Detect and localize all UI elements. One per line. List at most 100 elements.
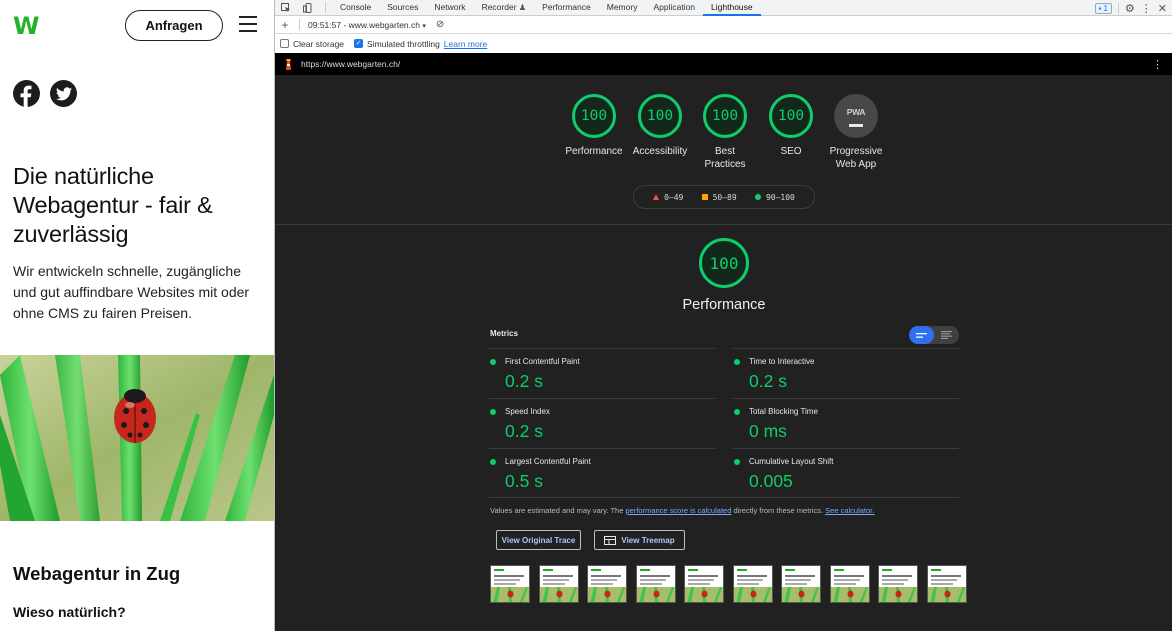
tab-performance[interactable]: Performance xyxy=(534,0,599,16)
legend-average-range: 50–89 xyxy=(712,192,737,202)
lighthouse-logo-icon xyxy=(275,58,301,70)
see-calculator-link[interactable]: See calculator. xyxy=(825,506,874,515)
section-divider xyxy=(275,224,1172,225)
gauge-label: SEO xyxy=(780,146,802,157)
metric-value: 0.5 s xyxy=(505,471,543,491)
metric-name: Cumulative Layout Shift xyxy=(749,457,834,466)
filmstrip-frame xyxy=(732,565,773,603)
score-ring: 100 xyxy=(572,94,616,138)
lighthouse-report: 100 Performance 100 Accessibility 100 Be… xyxy=(275,75,1172,631)
legend-average: 50–89 xyxy=(701,192,737,202)
metric-name: First Contentful Paint xyxy=(505,357,580,366)
legend-fail: 0–49 xyxy=(653,193,683,202)
filmstrip-frame xyxy=(635,565,676,603)
device-toolbar-icon[interactable] xyxy=(297,0,319,16)
more-options-icon[interactable]: ⋮ xyxy=(1141,2,1152,15)
metric-name: Total Blocking Time xyxy=(749,407,818,416)
legend-pass-range: 90–100 xyxy=(765,192,795,202)
filmstrip-frame xyxy=(684,565,724,603)
score-ring: 100 xyxy=(703,94,747,138)
metrics-label: Metrics xyxy=(490,329,519,338)
metric-name: Time to Interactive xyxy=(749,357,815,366)
issues-badge[interactable]: ▪ 1 xyxy=(1094,2,1112,14)
expanded-view-icon[interactable] xyxy=(934,326,959,344)
message-icon: ▪ xyxy=(1098,3,1102,13)
anfragen-button[interactable]: Anfragen xyxy=(125,10,223,41)
ladybug-image xyxy=(0,355,274,521)
filmstrip-frame xyxy=(878,565,918,603)
metrics-view-toggle[interactable] xyxy=(909,326,959,344)
tab-application[interactable]: Application xyxy=(645,0,703,16)
section-heading: Webagentur in Zug xyxy=(13,563,181,584)
gauge-performance[interactable]: 100 Performance xyxy=(559,94,629,158)
site-logo[interactable]: W xyxy=(13,12,39,40)
gauge-best-practices[interactable]: 100 Best Practices xyxy=(690,94,760,171)
view-original-trace-button[interactable]: View Original Trace xyxy=(496,530,581,550)
report-url-bar: https://www.webgarten.ch/ ⋮ xyxy=(275,53,1172,75)
gauge-label: Accessibility xyxy=(632,146,688,157)
tab-recorder[interactable]: Recorder ♟ xyxy=(474,0,535,16)
facebook-icon[interactable] xyxy=(13,80,40,107)
report-url[interactable]: https://www.webgarten.ch/ xyxy=(301,59,400,69)
metrics-divider xyxy=(489,497,959,498)
pass-circle-icon xyxy=(754,194,761,200)
gauge-pwa[interactable]: PWA Progressive Web App xyxy=(821,94,891,171)
tab-sources[interactable]: Sources xyxy=(379,0,426,16)
metric-value: 0.005 xyxy=(749,471,793,491)
pwa-badge-text: PWA xyxy=(846,106,866,117)
gauge-label: Best Practices xyxy=(704,146,746,170)
tab-network[interactable]: Network xyxy=(426,0,473,16)
clear-reports-icon[interactable]: ⊘ xyxy=(436,19,444,30)
metric-value: 0.2 s xyxy=(505,421,543,441)
tab-lighthouse[interactable]: Lighthouse xyxy=(703,0,761,16)
learn-more-link[interactable]: Learn more xyxy=(444,39,487,49)
gauge-accessibility[interactable]: 100 Accessibility xyxy=(625,94,695,158)
legend-fail-range: 0–49 xyxy=(664,192,684,202)
twitter-icon[interactable] xyxy=(50,80,77,107)
tab-console[interactable]: Console xyxy=(332,0,379,16)
pass-circle-icon xyxy=(490,359,496,365)
pass-circle-icon xyxy=(490,409,496,415)
dropdown-arrow-icon: ▾ xyxy=(422,22,426,30)
metric-total-blocking-time: Total Blocking Time 0 ms xyxy=(733,398,959,448)
tab-memory[interactable]: Memory xyxy=(599,0,646,16)
gauge-label: Progressive Web App xyxy=(829,146,883,170)
gauge-seo[interactable]: 100 SEO xyxy=(756,94,826,158)
report-menu-icon[interactable]: ⋮ xyxy=(1152,58,1163,71)
throttling-label: Simulated throttling xyxy=(367,38,440,49)
report-select[interactable]: 09:51:57 - www.webgarten.ch ▾ xyxy=(308,20,426,30)
pwa-badge-icon: PWA xyxy=(834,94,878,138)
metric-first-contentful-paint: First Contentful Paint 0.2 s xyxy=(489,348,715,398)
legend-pass: 90–100 xyxy=(754,192,795,202)
filmstrip-frame xyxy=(829,565,870,603)
performance-score-ring: 100 xyxy=(699,238,749,288)
clear-storage-checkbox[interactable] xyxy=(280,39,289,48)
settings-toolbar: Clear storage ✓ Simulated throttling Lea… xyxy=(275,34,1172,53)
issues-count: 1 xyxy=(1103,3,1108,13)
metric-value: 0 ms xyxy=(749,421,787,441)
filmstrip-frame xyxy=(781,565,821,603)
metric-speed-index: Speed Index 0.2 s xyxy=(489,398,715,448)
filmstrip-frame xyxy=(587,565,627,603)
score-ring: 100 xyxy=(769,94,813,138)
filmstrip-frame xyxy=(538,565,579,603)
hamburger-menu-icon[interactable] xyxy=(239,16,257,32)
hero-heading: Die natürliche Webagentur - fair & zuver… xyxy=(13,163,213,247)
metric-cumulative-layout-shift: Cumulative Layout Shift 0.005 xyxy=(733,448,959,498)
note-middle: directly from these metrics. xyxy=(731,506,826,515)
settings-gear-icon[interactable]: ⚙ xyxy=(1125,2,1135,15)
website-preview: W Anfragen Die natürliche Webagentur - f… xyxy=(0,0,274,631)
metric-name: Speed Index xyxy=(505,407,550,416)
pass-circle-icon xyxy=(490,459,496,465)
inspect-element-icon[interactable] xyxy=(275,0,297,16)
performance-score-link[interactable]: performance score is calculated xyxy=(625,506,731,515)
metric-name: Largest Contentful Paint xyxy=(505,457,591,466)
filmstrip-frame xyxy=(926,565,967,603)
view-treemap-button[interactable]: View Treemap xyxy=(594,530,685,550)
compact-view-icon[interactable] xyxy=(909,326,934,344)
throttling-checkbox[interactable]: ✓ xyxy=(354,39,364,48)
new-report-icon[interactable]: + xyxy=(275,18,295,32)
note-prefix: Values are estimated and may vary. The xyxy=(490,506,626,515)
close-devtools-icon[interactable]: ✕ xyxy=(1158,2,1167,15)
report-select-value: 09:51:57 - www.webgarten.ch xyxy=(308,19,420,30)
